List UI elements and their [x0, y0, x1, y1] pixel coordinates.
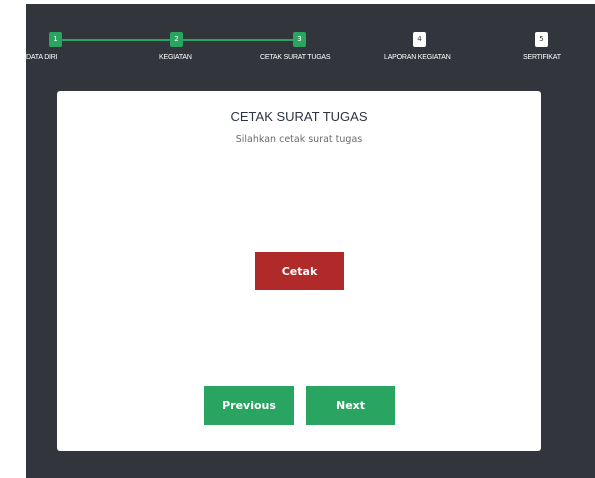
step-1-label: DATA DIRI [26, 54, 58, 61]
step-4-marker[interactable]: 4 [413, 32, 426, 47]
previous-button[interactable]: Previous [204, 386, 294, 425]
step-4-label: LAPORAN KEGIATAN [384, 54, 451, 61]
step-2-label: KEGIATAN [159, 54, 192, 61]
step-1-marker[interactable]: 1 [49, 32, 62, 47]
next-button[interactable]: Next [306, 386, 395, 425]
step-3-marker[interactable]: 3 [293, 32, 306, 47]
card-subtitle: Silahkan cetak surat tugas [235, 134, 363, 145]
step-5-label: SERTIFIKAT [523, 54, 561, 61]
step-5-marker[interactable]: 5 [535, 32, 548, 47]
print-letter-card: CETAK SURAT TUGAS Silahkan cetak surat t… [57, 91, 541, 451]
step-3-label: CETAK SURAT TUGAS [260, 54, 331, 61]
print-button[interactable]: Cetak [255, 252, 344, 290]
card-title: CETAK SURAT TUGAS [230, 109, 368, 124]
progress-line-2-3 [183, 39, 293, 41]
progress-line-1-2 [62, 39, 170, 41]
step-2-marker[interactable]: 2 [170, 32, 183, 47]
